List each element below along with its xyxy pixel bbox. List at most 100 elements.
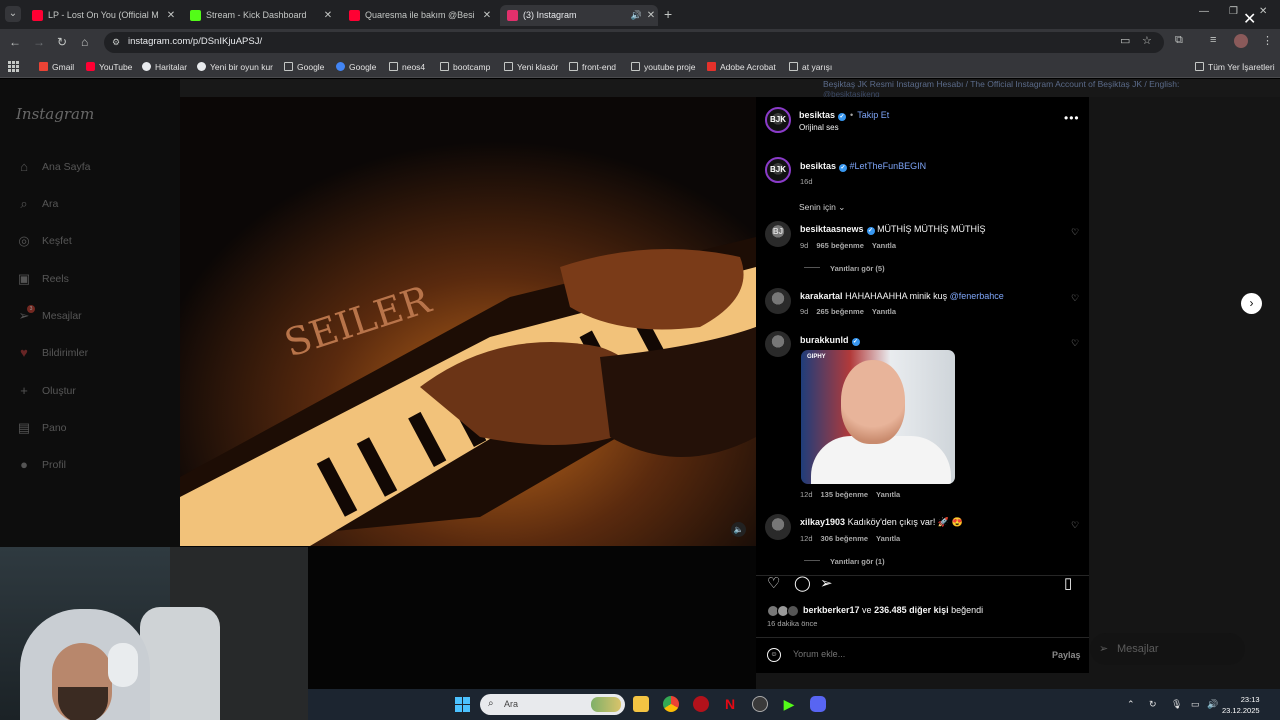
tab-quaresma[interactable]: Quaresma ile bakım @Besiktas ✕ xyxy=(349,5,494,26)
likes-user[interactable]: berkberker17 xyxy=(803,605,860,615)
like-comment-icon[interactable]: ♡ xyxy=(1071,520,1079,531)
bookmark-at-yarisi[interactable]: at yarışı xyxy=(789,61,832,73)
apps-grid-icon[interactable] xyxy=(8,61,19,72)
kick-app-icon[interactable]: ▶ xyxy=(781,696,797,712)
back-icon[interactable]: ← xyxy=(9,35,21,49)
more-options-icon[interactable]: ••• xyxy=(1064,111,1080,125)
bookmark-haritalar[interactable]: Haritalar xyxy=(142,61,187,73)
comment-avatar[interactable] xyxy=(765,514,791,540)
comment-avatar[interactable] xyxy=(765,288,791,314)
media-controls-icon[interactable]: ≡ xyxy=(1210,34,1216,46)
close-icon[interactable]: ✕ xyxy=(644,5,658,26)
reply-button[interactable]: Yanıtla xyxy=(872,307,896,316)
comment-avatar[interactable] xyxy=(765,331,791,357)
bookmark-neos4[interactable]: neos4 xyxy=(389,61,425,73)
cast-icon[interactable]: ▭ xyxy=(1120,34,1130,47)
caption-author[interactable]: besiktas xyxy=(800,161,836,171)
bookmark-google[interactable]: Google xyxy=(336,61,376,73)
taskbar-clock[interactable]: 23:13 23.12.2025 xyxy=(1222,694,1260,716)
nav-reels[interactable]: ▣ Reels xyxy=(16,271,176,289)
audio-toggle-icon[interactable]: 🔈 xyxy=(731,522,746,537)
likes-summary[interactable]: berkberker17 ve 236.485 diğer kişi beğen… xyxy=(803,605,983,615)
nav-home[interactable]: ⌂ Ana Sayfa xyxy=(16,159,176,177)
comment-likes[interactable]: 306 beğenme xyxy=(821,534,869,543)
like-comment-icon[interactable]: ♡ xyxy=(1071,227,1079,238)
comment-input[interactable] xyxy=(793,649,1033,659)
nav-messages[interactable]: ➢ 3 Mesajlar xyxy=(16,305,176,326)
view-replies-button[interactable]: Yanıtları gör (1) xyxy=(804,557,885,566)
network-icon[interactable]: ▭ xyxy=(1191,699,1200,710)
profile-avatar[interactable] xyxy=(1234,34,1248,48)
audio-label[interactable]: Orijinal ses xyxy=(799,123,839,132)
comment-avatar[interactable]: BJ xyxy=(765,221,791,247)
extensions-icon[interactable]: ⧉ xyxy=(1175,34,1183,47)
bookmark-save-icon[interactable]: ▯ xyxy=(1064,576,1072,592)
tab-kick-dashboard[interactable]: Stream - Kick Dashboard ✕ xyxy=(190,5,335,26)
bookmark-gmail[interactable]: Gmail xyxy=(39,61,74,73)
reply-button[interactable]: Yanıtla xyxy=(876,534,900,543)
comment-user[interactable]: xilkay1903 xyxy=(800,517,845,527)
caption-avatar[interactable]: BJK xyxy=(765,157,791,183)
comment-user[interactable]: burakkunld xyxy=(800,335,849,345)
nav-create[interactable]: + Oluştur xyxy=(16,383,176,401)
site-info-icon[interactable]: ⚙ xyxy=(112,37,120,48)
view-replies-button[interactable]: Yanıtları gör (5) xyxy=(804,264,885,273)
bookmark-chess[interactable]: Yeni bir oyun kur xyxy=(197,61,273,73)
nav-explore[interactable]: ◎ Keşfet xyxy=(16,233,176,251)
like-comment-icon[interactable]: ♡ xyxy=(1071,338,1079,349)
home-icon[interactable]: ⌂ xyxy=(81,35,88,49)
netflix-icon[interactable]: N xyxy=(722,696,738,712)
bookmark-google-folder[interactable]: Google xyxy=(284,61,324,73)
media-app-icon[interactable] xyxy=(693,696,709,712)
star-icon[interactable]: ☆ xyxy=(1142,34,1152,47)
nav-profile[interactable]: ● Profil xyxy=(16,457,176,475)
emoji-icon[interactable]: ☺ xyxy=(767,648,781,662)
forward-icon[interactable]: → xyxy=(33,35,45,49)
comment-likes[interactable]: 135 beğenme xyxy=(821,490,869,499)
post-comment-button[interactable]: Paylaş xyxy=(1052,650,1081,660)
tab-instagram[interactable]: (3) Instagram 🔊 ✕ xyxy=(500,5,658,26)
comment-user[interactable]: karakartal xyxy=(800,291,843,301)
caption-hashtag[interactable]: #LetTheFunBEGIN xyxy=(850,161,927,171)
new-tab-button[interactable]: + xyxy=(664,6,672,22)
comment-gif[interactable]: GIPHY xyxy=(801,350,955,484)
like-comment-icon[interactable]: ♡ xyxy=(1071,293,1079,304)
file-explorer-icon[interactable] xyxy=(633,696,649,712)
comment-likes[interactable]: 965 beğenme xyxy=(816,241,864,250)
all-bookmarks[interactable]: Tüm Yer İşaretleri xyxy=(1195,61,1275,73)
comment-user[interactable]: besiktaasnews xyxy=(800,224,864,234)
bookmark-adobe-acrobat[interactable]: Adobe Acrobat xyxy=(707,61,776,73)
bookmark-yeni-klasor[interactable]: Yeni klasör xyxy=(504,61,558,73)
comment-mention[interactable]: @fenerbahce xyxy=(950,291,1004,301)
bookmark-youtube-proje[interactable]: youtube proje xyxy=(631,61,696,73)
nav-search[interactable]: ⌕ Ara xyxy=(16,196,176,214)
next-post-button[interactable]: › xyxy=(1241,293,1262,314)
author-avatar[interactable]: BJK xyxy=(765,107,791,133)
window-close-icon[interactable]: ✕ xyxy=(1259,6,1267,17)
restore-icon[interactable]: ❐ xyxy=(1229,6,1238,17)
chrome-icon[interactable] xyxy=(663,696,679,712)
close-icon[interactable]: ✕ xyxy=(1243,12,1256,28)
discord-icon[interactable] xyxy=(810,696,826,712)
tab-lost-on-you[interactable]: LP - Lost On You (Official Music ✕ xyxy=(32,5,178,26)
close-icon[interactable]: ✕ xyxy=(321,5,335,26)
messages-pill[interactable]: ➢ Mesajlar xyxy=(1090,633,1245,665)
volume-icon[interactable]: 🔊 xyxy=(1207,699,1218,710)
likes-count[interactable]: 236.485 diğer kişi xyxy=(874,605,949,615)
tray-overflow-icon[interactable]: ⌃ xyxy=(1127,699,1135,710)
comment-likes[interactable]: 265 beğenme xyxy=(816,307,864,316)
bookmark-youtube[interactable]: YouTube xyxy=(86,61,132,73)
taskbar-search[interactable]: ⌕ Ara xyxy=(480,694,625,715)
tab-search-button[interactable]: ⌄ xyxy=(5,6,21,22)
speaker-icon[interactable]: 🔊 xyxy=(631,5,642,26)
instagram-logo[interactable]: Instagram xyxy=(16,105,94,123)
share-icon[interactable]: ➢ xyxy=(820,576,833,592)
minimize-icon[interactable]: — xyxy=(1199,6,1209,17)
windows-start-icon[interactable] xyxy=(455,697,470,712)
bookmark-front-end[interactable]: front-end xyxy=(569,61,616,73)
close-icon[interactable]: ✕ xyxy=(480,5,494,26)
nav-notifications[interactable]: ♥ Bildirimler xyxy=(16,345,176,363)
sort-dropdown[interactable]: Senin için ⌄ xyxy=(799,202,845,213)
nav-dashboard[interactable]: ▤ Pano xyxy=(16,420,176,438)
bookmark-bootcamp[interactable]: bootcamp xyxy=(440,61,490,73)
